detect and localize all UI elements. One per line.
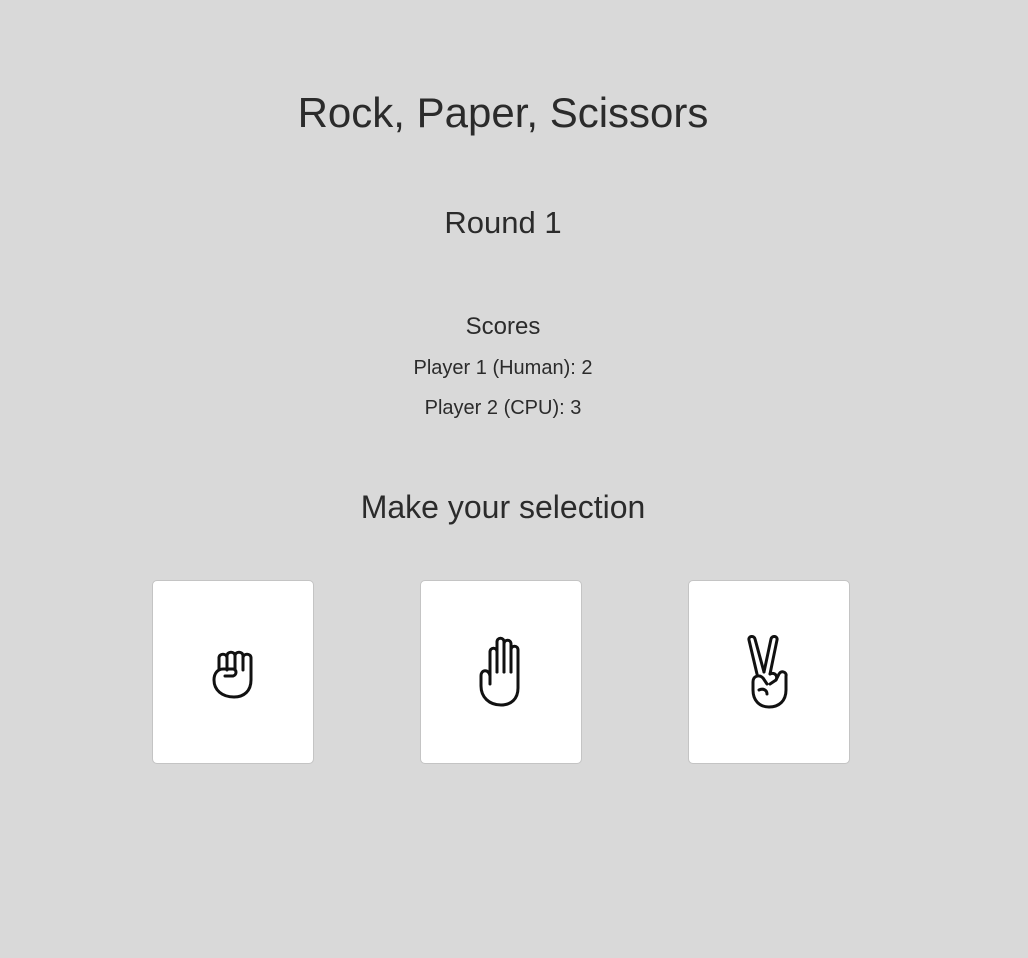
scores-heading: Scores: [465, 313, 541, 340]
rock-button[interactable]: [152, 580, 314, 764]
round-label: Round 1: [444, 205, 562, 240]
paper-button[interactable]: [420, 580, 582, 764]
selection-prompt: Make your selection: [360, 489, 646, 525]
page-title: Rock, Paper, Scissors: [297, 89, 709, 136]
player1-score: Player 1 (Human): 2: [413, 357, 593, 379]
fist-icon: [207, 644, 259, 700]
open-hand-icon: [475, 636, 527, 708]
player2-score: Player 2 (CPU): 3: [424, 397, 582, 419]
peace-hand-icon: [745, 634, 793, 710]
scissors-button[interactable]: [688, 580, 850, 764]
